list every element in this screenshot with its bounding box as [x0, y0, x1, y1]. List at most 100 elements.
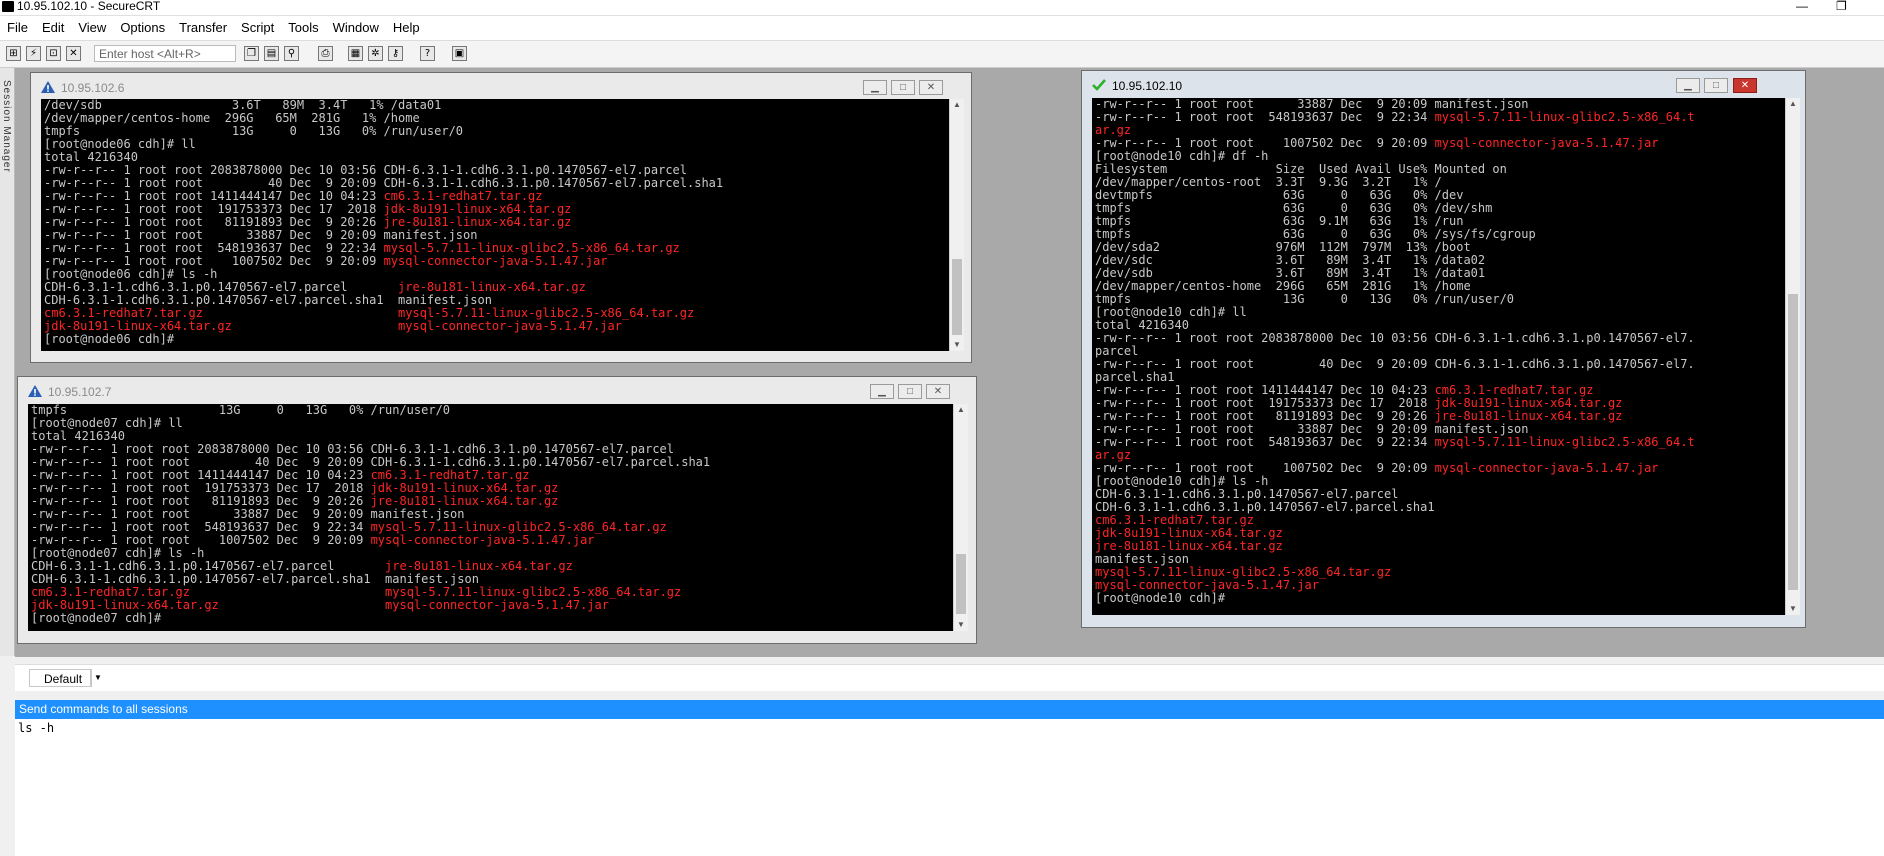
quick-connect-icon[interactable]: ⚡: [26, 46, 41, 61]
connect-tab-icon[interactable]: ⊡: [46, 46, 61, 61]
terminal-text: -rw-r--r-- 1 root root 33887 Dec 9 20:09…: [1095, 422, 1529, 436]
terminal-text: CDH-6.3.1-1.cdh6.3.1.p0.1470567-el7.parc…: [31, 559, 386, 573]
command-window-input[interactable]: ls -h: [15, 719, 1884, 856]
terminal-text: [root@node10 cdh]# ll: [1095, 305, 1247, 319]
terminal-line: [root@node07 cdh]# ll: [31, 417, 953, 430]
scroll-down-icon[interactable]: ▼: [950, 339, 964, 351]
terminal-node10[interactable]: -rw-r--r-- 1 root root 33887 Dec 9 20:09…: [1092, 98, 1785, 615]
tab-default[interactable]: Default: [29, 669, 91, 687]
archive-file-name: jre-8u181-linux-x64.tar.gz: [370, 494, 559, 508]
terminal-node06[interactable]: /dev/sdb 3.6T 89M 3.4T 1% /data01/dev/ma…: [41, 99, 949, 351]
terminal-text: -rw-r--r-- 1 root root 33887 Dec 9 20:09…: [44, 228, 478, 242]
scroll-down-icon[interactable]: ▼: [1786, 603, 1800, 615]
host-input[interactable]: Enter host <Alt+R>: [94, 45, 236, 62]
menu-view[interactable]: View: [71, 16, 113, 35]
menu-script[interactable]: Script: [234, 16, 281, 35]
session-window-node07[interactable]: 10.95.102.7 ▁ □ ✕ tmpfs 13G 0 13G 0% /ru…: [17, 376, 977, 644]
menu-edit[interactable]: Edit: [35, 16, 71, 35]
minimize-icon[interactable]: —: [1796, 0, 1808, 12]
terminal-scrollbar[interactable]: ▲ ▼: [949, 99, 964, 351]
archive-file-name: mysql-5.7.11-linux-glibc2.5-x86_64.tar.g…: [370, 520, 667, 534]
terminal-text: [root@node10 cdh]# df -h: [1095, 149, 1269, 163]
find-icon[interactable]: ⚲: [284, 46, 299, 61]
archive-file-name: cm6.3.1-redhat7.tar.gz: [31, 585, 190, 599]
maximize-button[interactable]: □: [1704, 78, 1728, 93]
close-button[interactable]: ✕: [919, 80, 943, 95]
terminal-text: CDH-6.3.1-1.cdh6.3.1.p0.1470567-el7.parc…: [1095, 500, 1435, 514]
session-window-node06[interactable]: 10.95.102.6 ▁ □ ✕ /dev/sdb 3.6T 89M 3.4T…: [30, 72, 972, 363]
archive-file-name: jre-8u181-linux-x64.tar.gz: [383, 215, 572, 229]
terminal-text: -rw-r--r-- 1 root root 1411444147 Dec 10…: [31, 468, 371, 482]
archive-file-name: jre-8u181-linux-x64.tar.gz: [398, 280, 586, 294]
minimize-button[interactable]: ▁: [870, 384, 894, 399]
scrollbar-thumb[interactable]: [952, 259, 962, 335]
session-options-icon[interactable]: ▦: [348, 46, 363, 61]
terminal-text: /dev/sdb 3.6T 89M 3.4T 1% /data01: [1095, 266, 1486, 280]
keymap-icon[interactable]: ⚷: [388, 46, 403, 61]
minimize-button[interactable]: ▁: [1676, 78, 1700, 93]
archive-file-name: jdk-8u191-linux-x64.tar.gz: [44, 319, 232, 333]
session-window-node10[interactable]: 10.95.102.10 ▁ □ ✕ -rw-r--r-- 1 root roo…: [1081, 70, 1806, 628]
archive-file-name: jdk-8u191-linux-x64.tar.gz: [1434, 396, 1623, 410]
disconnect-icon[interactable]: ✕: [66, 46, 81, 61]
archive-file-name: ar.gz: [1095, 448, 1132, 462]
archive-file-name: mysql-5.7.11-linux-glibc2.5-x86_64.tar.g…: [1095, 565, 1392, 579]
scrollbar-thumb[interactable]: [956, 554, 966, 614]
help-icon[interactable]: ?: [420, 46, 435, 61]
toolbar: ⊞ ⚡ ⊡ ✕ Enter host <Alt+R> ❐ ▤ ⚲ ⎙ ▦ ✲ ⚷…: [0, 41, 1884, 68]
terminal-text: -rw-r--r-- 1 root root 1411444147 Dec 10…: [44, 189, 384, 203]
archive-file-name: mysql-connector-java-5.1.47.jar: [383, 254, 608, 268]
close-button[interactable]: ✕: [1733, 78, 1757, 93]
tab-label: Default: [44, 672, 83, 686]
terminal-text: /dev/mapper/centos-home 296G 65M 281G 1%…: [1095, 279, 1471, 293]
terminal-line: [root@node10 cdh]#: [1095, 592, 1785, 605]
terminal-text: CDH-6.3.1-1.cdh6.3.1.p0.1470567-el7.parc…: [31, 572, 479, 586]
terminal-line: -rw-r--r-- 1 root root 548193637 Dec 9 2…: [1095, 111, 1785, 124]
archive-file-name: jdk-8u191-linux-x64.tar.gz: [370, 481, 559, 495]
maximize-button[interactable]: □: [891, 80, 915, 95]
terminal-line: -rw-r--r-- 1 root root 40 Dec 9 20:09 CD…: [1095, 358, 1785, 371]
menu-bar: File Edit View Options Transfer Script Tools Wi…: [0, 16, 1884, 41]
connect-icon[interactable]: ⊞: [6, 46, 21, 61]
restore-icon[interactable]: ❐: [1836, 0, 1847, 12]
menu-help[interactable]: Help: [386, 16, 427, 35]
menu-transfer[interactable]: Transfer: [172, 16, 234, 35]
sftp-icon[interactable]: ▣: [452, 46, 467, 61]
session-manager-label: Session Manager: [1, 80, 12, 173]
copy-icon[interactable]: ❐: [244, 46, 259, 61]
menu-file[interactable]: File: [0, 16, 35, 35]
archive-file-name: mysql-connector-java-5.1.47.jar: [398, 319, 622, 333]
securecrt-app-icon: [2, 1, 14, 12]
paste-icon[interactable]: ▤: [264, 46, 279, 61]
terminal-scrollbar[interactable]: ▲ ▼: [953, 404, 968, 631]
print-icon[interactable]: ⎙: [318, 46, 333, 61]
terminal-text: -rw-r--r-- 1 root root 191753373 Dec 17 …: [1095, 396, 1435, 410]
terminal-text: -rw-r--r-- 1 root root 2083878000 Dec 10…: [31, 442, 674, 456]
terminal-text: parcel.sha1: [1095, 370, 1175, 384]
warning-icon: [41, 81, 55, 93]
chevron-down-icon[interactable]: ▼: [91, 669, 104, 687]
scroll-up-icon[interactable]: ▲: [1786, 98, 1800, 110]
terminal-text: tmpfs 13G 0 13G 0% /run/user/0: [1095, 292, 1515, 306]
scroll-up-icon[interactable]: ▲: [950, 99, 964, 111]
minimize-button[interactable]: ▁: [863, 80, 887, 95]
terminal-line: jre-8u181-linux-x64.tar.gz: [1095, 540, 1785, 553]
menu-options[interactable]: Options: [113, 16, 172, 35]
close-button[interactable]: ✕: [926, 384, 950, 399]
scroll-up-icon[interactable]: ▲: [954, 404, 968, 416]
terminal-scrollbar[interactable]: ▲ ▼: [1785, 98, 1800, 615]
global-options-icon[interactable]: ✲: [368, 46, 383, 61]
terminal-node07[interactable]: tmpfs 13G 0 13G 0% /run/user/0 [root@node…: [28, 404, 953, 631]
menu-window[interactable]: Window: [326, 16, 386, 35]
scroll-down-icon[interactable]: ▼: [954, 619, 968, 631]
maximize-button[interactable]: □: [898, 384, 922, 399]
session-manager-strip[interactable]: Session Manager: [0, 68, 15, 656]
terminal-line: -rw-r--r-- 1 root root 548193637 Dec 9 2…: [1095, 436, 1785, 449]
scrollbar-thumb[interactable]: [1788, 294, 1798, 590]
archive-file-name: jre-8u181-linux-x64.tar.gz: [1095, 539, 1283, 553]
terminal-text: manifest.json: [1095, 552, 1189, 566]
warning-icon: [28, 385, 42, 397]
menu-tools[interactable]: Tools: [281, 16, 325, 35]
archive-file-name: mysql-connector-java-5.1.47.jar: [1434, 136, 1659, 150]
terminal-text: [root@node10 cdh]#: [1095, 591, 1226, 605]
